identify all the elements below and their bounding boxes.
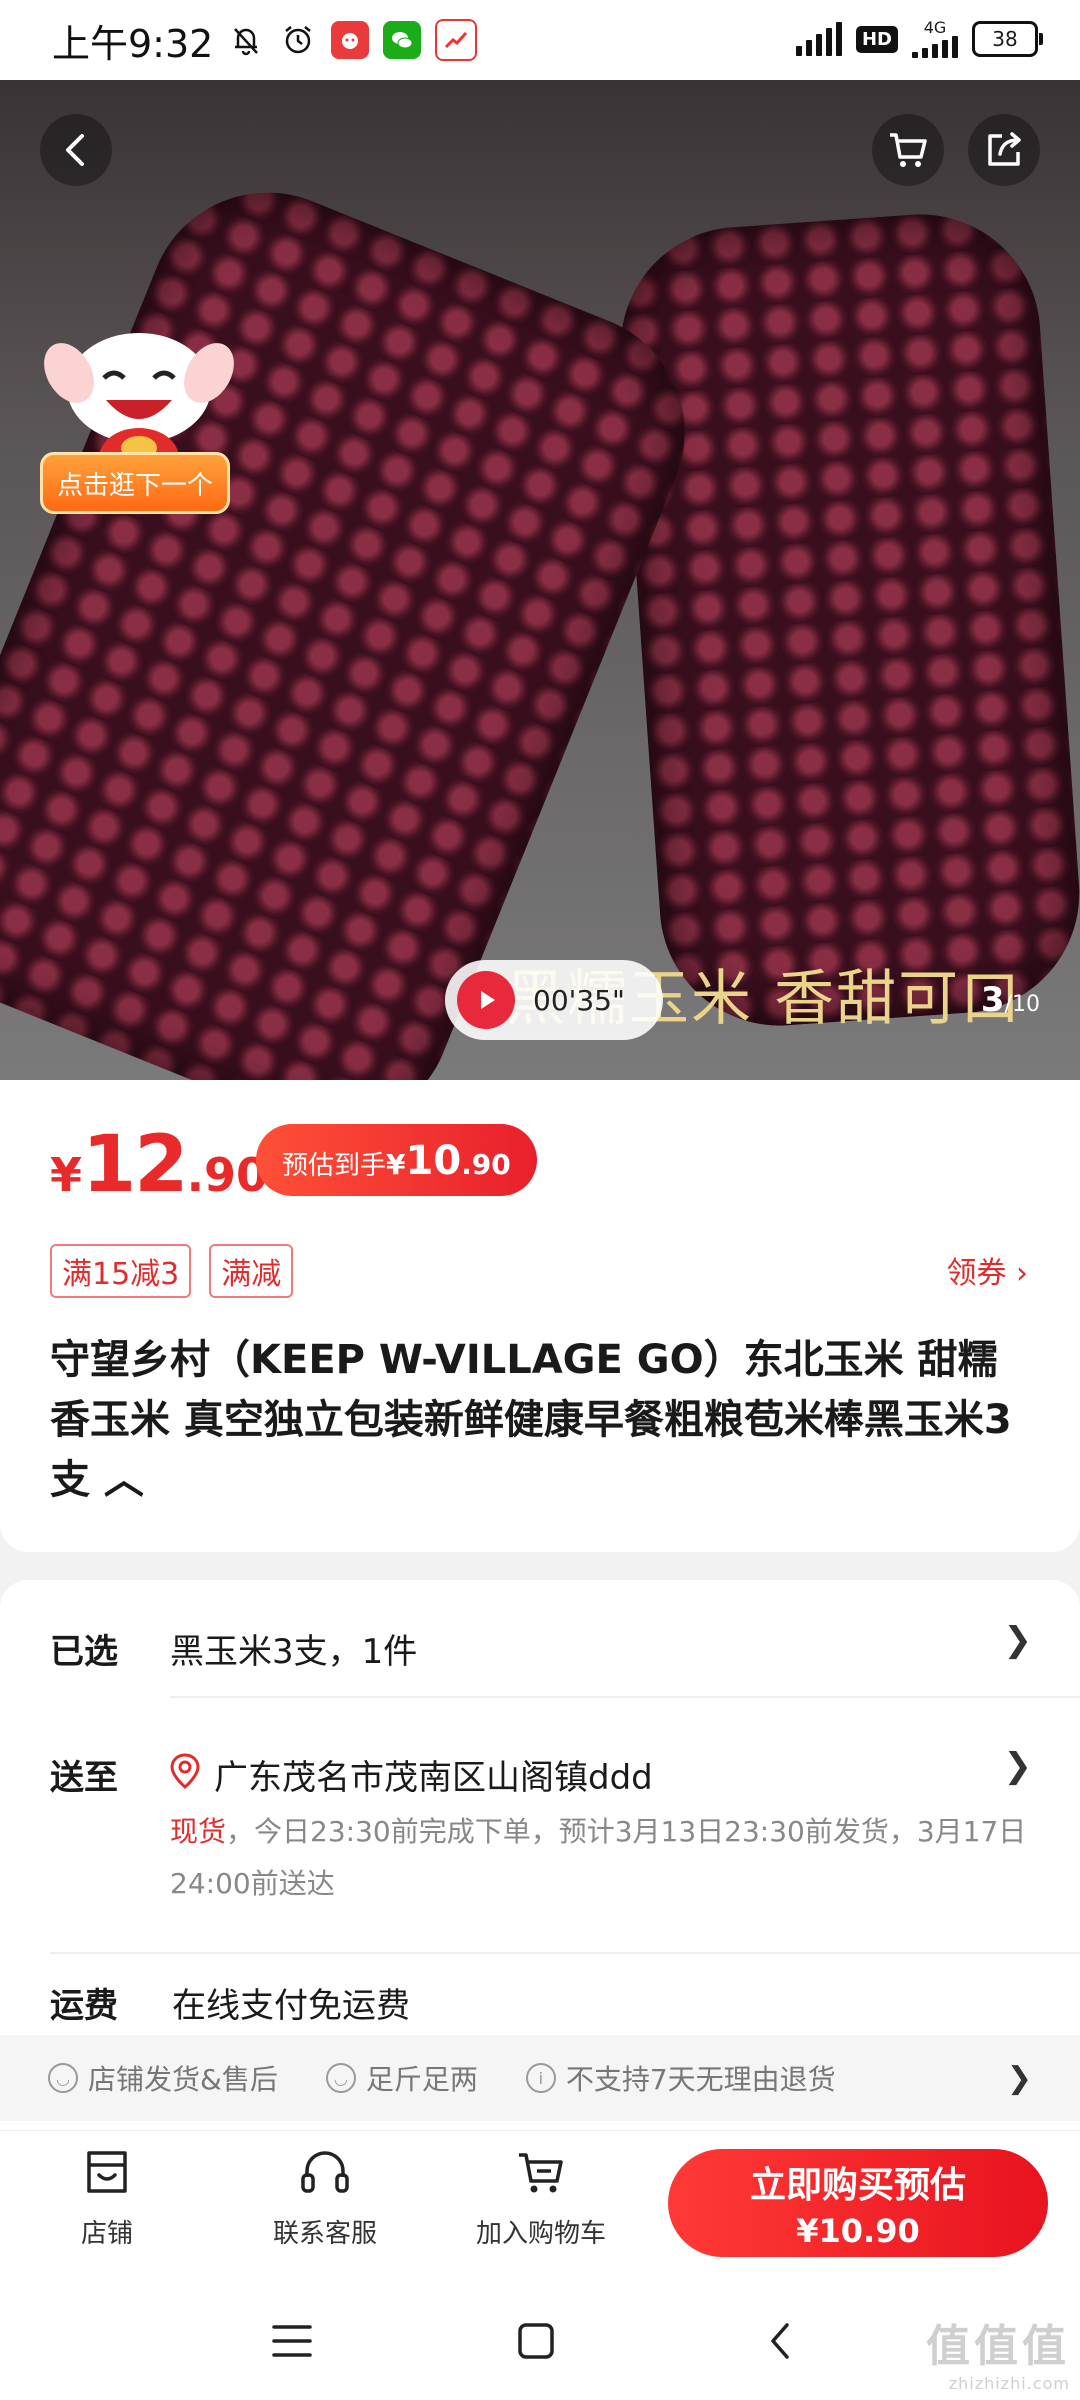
service-guarantees-bar[interactable]: ◡ 店铺发货&售后 ◡ 足斤足两 i 不支持7天无理由退货 ❯ — [0, 2035, 1080, 2121]
signal-icon — [795, 22, 842, 56]
estimate-decimal: .90 — [461, 1148, 511, 1181]
image-page-indicator: 3/10 — [981, 980, 1040, 1020]
image-page-current: 3 — [980, 980, 1005, 1020]
customer-service-label: 联系客服 — [272, 2219, 377, 2249]
store-label: 店铺 — [80, 2219, 133, 2249]
corn-cob-image-right — [612, 206, 1080, 1034]
product-price: ¥ 12 .90 — [50, 1120, 268, 1210]
add-to-cart-label: 加入购物车 — [475, 2219, 606, 2249]
jd-app-notification-icon — [331, 21, 370, 59]
next-product-button[interactable]: 点击逛下一个 — [40, 452, 230, 514]
status-bar: 上午9:32 HD 4G 38 — [0, 0, 1080, 80]
next-product-label: 点击逛下一个 — [56, 470, 213, 501]
divider — [170, 1696, 1080, 1698]
signal-4g-icon — [912, 36, 958, 58]
menu-icon — [272, 2325, 312, 2357]
store-icon — [87, 2151, 127, 2193]
buy-now-button[interactable]: 立即购买预估 ¥10.90 — [668, 2149, 1048, 2257]
wechat-icon — [383, 21, 422, 59]
info-icon: i — [525, 2063, 556, 2093]
get-coupon-link[interactable]: 领券 › — [946, 1248, 1028, 1292]
product-title[interactable]: 守望乡村（KEEP W-VILLAGE GO）东北玉米 甜糯香玉米 真空独立包装… — [50, 1330, 1030, 1510]
service-label: 不支持7天无理由退货 — [565, 2063, 836, 2096]
promotion-tags: 满15减3 满减 — [50, 1244, 294, 1298]
bottom-action-bar: 店铺 联系客服 加入购物车 立即购买预估 ¥10.90 — [0, 2130, 1080, 2281]
network-indicator: 4G — [912, 20, 958, 58]
share-button[interactable] — [968, 114, 1040, 186]
location-pin-icon — [168, 1752, 202, 1794]
video-play-button[interactable]: 00'35" — [445, 960, 663, 1040]
customer-service-button[interactable]: 联系客服 — [250, 2145, 400, 2250]
status-right-icons: HD 4G 38 — [795, 20, 1043, 58]
ship-address: 广东茂名市茂南区山阁镇ddd — [214, 1758, 653, 1798]
price-integer: 12 — [82, 1120, 189, 1210]
service-label: 店铺发货&售后 — [88, 2063, 278, 2096]
image-page-total: /10 — [1004, 992, 1040, 1017]
service-label: 足斤足两 — [365, 2063, 478, 2096]
headset-icon — [301, 2151, 349, 2193]
divider — [50, 1952, 1080, 1954]
status-time: 上午9:32 — [52, 21, 214, 66]
buy-now-label: 立即购买预估 — [749, 2165, 966, 2206]
alarm-clock-icon — [279, 21, 317, 59]
mute-bell-icon — [227, 21, 265, 59]
recent-apps-button[interactable] — [262, 2316, 322, 2366]
watermark-text: 值值值 — [926, 2321, 1070, 2372]
stock-app-icon — [435, 19, 478, 61]
video-duration: 00'35" — [533, 983, 625, 1017]
service-item: ◡ 店铺发货&售后 — [48, 2058, 278, 2098]
status-notification-icons — [227, 19, 478, 61]
watermark: 值值值 zhizhizhi.com — [926, 2310, 1070, 2393]
add-to-cart-button[interactable]: 加入购物车 — [466, 2145, 616, 2250]
chevron-right-icon: ❯ — [1003, 1620, 1033, 1660]
service-item: i 不支持7天无理由退货 — [525, 2058, 836, 2098]
home-button[interactable] — [506, 2316, 566, 2366]
product-image-carousel[interactable]: 点击逛下一个 黑糯玉米 香甜可口 00'35" 3/10 — [0, 80, 1080, 1080]
delivery-estimate: 现货，今日23:30前完成下单，预计3月13日23:30前发货，3月17日24:… — [170, 1806, 1030, 1910]
selected-value: 黑玉米3支，1件 — [170, 1632, 418, 1672]
shipping-fee-value: 在线支付免运费 — [172, 1986, 410, 2026]
stock-status: 现货 — [170, 1815, 227, 1848]
cart-icon — [890, 133, 927, 167]
buy-now-price: ¥10.90 — [796, 2212, 920, 2250]
cart-icon — [519, 2153, 563, 2193]
estimate-currency: ¥ — [386, 1148, 406, 1181]
estimate-label: 预估到手 — [282, 1151, 387, 1181]
promo-tag[interactable]: 满减 — [209, 1244, 294, 1298]
selected-label: 已选 — [50, 1632, 118, 1672]
hd-badge: HD — [855, 25, 898, 53]
share-icon — [988, 132, 1021, 166]
corn-cob-image-left — [0, 156, 721, 1080]
cart-button[interactable] — [872, 114, 944, 186]
play-icon — [457, 971, 515, 1029]
network-type: 4G — [923, 18, 947, 37]
price-currency: ¥ — [50, 1148, 83, 1202]
shipping-fee-label: 运费 — [50, 1986, 118, 2026]
estimate-integer: 10 — [405, 1138, 462, 1184]
back-button[interactable] — [40, 114, 112, 186]
estimated-price-badge: 预估到手 ¥ 10 .90 — [256, 1124, 537, 1196]
ship-to-label: 送至 — [50, 1758, 118, 1798]
store-button[interactable]: 店铺 — [32, 2145, 182, 2250]
chevron-left-icon — [771, 2323, 789, 2359]
chevron-left-icon — [66, 134, 84, 166]
smile-icon: ◡ — [48, 2063, 78, 2093]
battery-level: 38 — [992, 27, 1018, 51]
smile-icon: ◡ — [325, 2063, 356, 2093]
service-item: ◡ 足斤足两 — [325, 2058, 478, 2098]
delivery-note: ，今日23:30前完成下单，预计3月13日23:30前发货，3月17日24:00… — [170, 1815, 1027, 1900]
system-back-button[interactable] — [750, 2316, 810, 2366]
promo-tag[interactable]: 满15减3 — [50, 1244, 192, 1298]
home-square-icon — [518, 2323, 554, 2359]
battery-icon: 38 — [972, 21, 1043, 57]
watermark-site: zhizhizhi.com — [948, 2374, 1070, 2393]
product-details-card: 已选 黑玉米3支，1件 ❯ 送至 广东茂名市茂南区山阁镇ddd ❯ 现货，今日2… — [0, 1580, 1080, 2140]
system-nav-bar — [0, 2280, 1080, 2400]
product-summary-card: ¥ 12 .90 预估到手 ¥ 10 .90 满15减3 满减 领券 › 守望乡… — [0, 1080, 1080, 1552]
chevron-right-icon: ❯ — [1006, 2060, 1032, 2096]
chevron-right-icon: ❯ — [1003, 1746, 1033, 1786]
